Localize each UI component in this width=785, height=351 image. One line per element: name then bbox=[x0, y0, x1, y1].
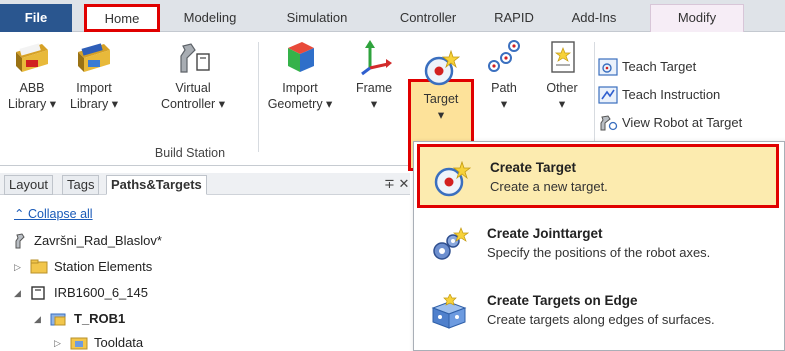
target-label-2: ▾ bbox=[437, 108, 445, 122]
other-button[interactable]: Other ▾ bbox=[534, 38, 590, 112]
menu-item-description: Specify the positions of the robot axes. bbox=[487, 245, 711, 260]
ribbon-tab-bar: File Home Modeling Simulation Controller… bbox=[0, 0, 785, 32]
abb-library-button[interactable]: ABB Library ▾ bbox=[4, 38, 60, 112]
tree-node-station-elements-label: Station Elements bbox=[54, 259, 153, 274]
path-button[interactable]: Path ▾ bbox=[478, 38, 530, 112]
path-label-1: Path bbox=[491, 81, 517, 95]
panel-pin-close-controls[interactable]: ∓ ✕ bbox=[384, 176, 409, 192]
menu-item-create-jointtarget[interactable]: Create Jointtarget Specify the positions… bbox=[417, 213, 779, 277]
menu-item-title: Create Targets on Edge bbox=[487, 293, 638, 308]
tree-node-tooldata-label: Tooldata bbox=[94, 335, 144, 350]
tree-node-task-label: T_ROB1 bbox=[74, 311, 126, 326]
create-jointtarget-icon bbox=[433, 227, 469, 260]
virtual-controller-icon bbox=[180, 43, 210, 73]
tab-layout[interactable]: Layout bbox=[4, 175, 54, 195]
controller-icon bbox=[31, 286, 45, 300]
abb-library-label-2: Library ▾ bbox=[8, 97, 56, 111]
tab-controller[interactable]: Controller bbox=[380, 7, 476, 31]
target-button[interactable]: Target ▾ bbox=[411, 49, 471, 123]
tab-rapid[interactable]: RAPID bbox=[484, 7, 544, 31]
abb-library-icon bbox=[16, 43, 48, 72]
import-library-button[interactable]: Import Library ▾ bbox=[62, 38, 126, 112]
import-geometry-icon bbox=[288, 42, 314, 72]
teach-target-label: Teach Target bbox=[622, 59, 697, 74]
import-library-label-1: Import bbox=[76, 81, 112, 95]
collapse-arrow-icon[interactable]: ◢ bbox=[14, 283, 21, 303]
frame-axes-icon bbox=[361, 40, 392, 76]
frame-label-1: Frame bbox=[355, 81, 393, 95]
import-geometry-label-2: Geometry ▾ bbox=[267, 97, 333, 111]
station-robot-icon bbox=[15, 233, 25, 249]
virtual-controller-label-2: Controller ▾ bbox=[161, 97, 225, 111]
target-icon bbox=[424, 49, 461, 86]
collapse-arrow-icon[interactable]: ◢ bbox=[34, 309, 41, 329]
virtual-controller-label-1: Virtual bbox=[175, 81, 211, 95]
target-dropdown-menu: Create Target Create a new target. Creat… bbox=[413, 141, 785, 351]
tree-node-robot-label: IRB1600_6_145 bbox=[54, 285, 148, 300]
expand-arrow-icon[interactable]: ▷ bbox=[14, 257, 21, 277]
ribbon-separator bbox=[258, 42, 259, 152]
build-station-group-label: Build Station bbox=[154, 146, 226, 160]
tab-tags[interactable]: Tags bbox=[62, 175, 100, 195]
teach-target-icon bbox=[598, 58, 618, 76]
task-icon bbox=[50, 313, 66, 326]
import-geometry-label-1: Import bbox=[282, 81, 318, 95]
menu-item-create-target[interactable]: Create Target Create a new target. bbox=[417, 144, 779, 208]
frame-label-2: ▾ bbox=[370, 97, 378, 111]
frame-button[interactable]: Frame ▾ bbox=[346, 38, 402, 112]
create-target-icon bbox=[434, 161, 472, 197]
import-geometry-button[interactable]: Import Geometry ▾ bbox=[262, 38, 338, 112]
path-icon bbox=[488, 40, 520, 72]
other-document-icon bbox=[551, 41, 575, 73]
view-robot-at-target-label: View Robot at Target bbox=[622, 115, 743, 130]
panel-tab-strip: Layout Tags Paths&Targets ∓ ✕ bbox=[0, 173, 410, 195]
tab-modeling[interactable]: Modeling bbox=[170, 7, 250, 31]
menu-item-title: Create Target bbox=[490, 160, 577, 175]
menu-item-description: Create a new target. bbox=[490, 179, 608, 194]
folder-icon bbox=[30, 259, 48, 274]
other-label-1: Other bbox=[546, 81, 578, 95]
tooldata-folder-icon bbox=[70, 337, 88, 350]
teach-instruction-icon bbox=[598, 86, 618, 104]
import-library-icon bbox=[78, 43, 110, 72]
collapse-all-label: Collapse all bbox=[27, 207, 93, 221]
menu-item-create-targets-on-edge[interactable]: Create Targets on Edge Create targets al… bbox=[417, 280, 779, 344]
other-label-2: ▾ bbox=[558, 97, 566, 111]
virtual-controller-button[interactable]: Virtual Controller ▾ bbox=[150, 38, 236, 112]
ribbon-separator bbox=[594, 42, 595, 152]
tab-addins[interactable]: Add-Ins bbox=[558, 7, 630, 31]
tab-paths-targets[interactable]: Paths&Targets bbox=[106, 175, 207, 195]
create-targets-on-edge-icon bbox=[431, 294, 467, 329]
import-library-label-2: Library ▾ bbox=[70, 97, 118, 111]
view-robot-icon bbox=[600, 115, 618, 131]
collapse-chevrons-icon: ⌃ bbox=[14, 207, 25, 221]
tab-modify[interactable]: Modify bbox=[650, 4, 744, 32]
menu-item-description: Create targets along edges of surfaces. bbox=[487, 312, 715, 327]
path-label-2: ▾ bbox=[500, 97, 508, 111]
menu-item-title: Create Jointtarget bbox=[487, 226, 603, 241]
expand-arrow-icon[interactable]: ▷ bbox=[54, 333, 61, 351]
tab-home[interactable]: Home bbox=[84, 4, 160, 32]
abb-library-label-1: ABB bbox=[19, 81, 45, 95]
teach-instruction-label: Teach Instruction bbox=[622, 87, 721, 102]
tab-simulation[interactable]: Simulation bbox=[270, 7, 364, 31]
paths-targets-panel: Layout Tags Paths&Targets ∓ ✕ ⌃ Collapse… bbox=[0, 173, 410, 351]
tree-node-station-label: Završni_Rad_Blaslov* bbox=[34, 233, 162, 248]
tab-file[interactable]: File bbox=[0, 4, 72, 32]
target-label-1: Target bbox=[423, 92, 459, 106]
collapse-all-link[interactable]: ⌃ Collapse all bbox=[14, 206, 93, 221]
